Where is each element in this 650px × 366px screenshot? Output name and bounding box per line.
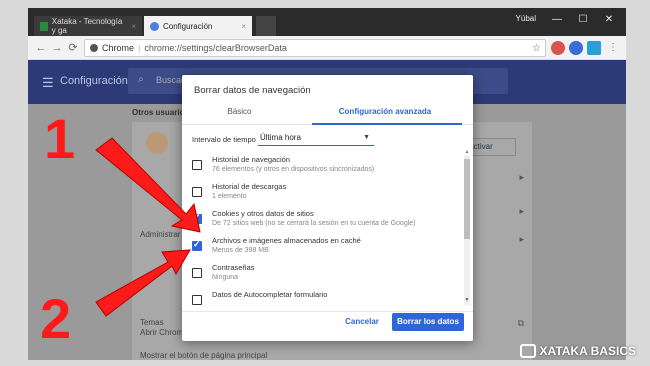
menu-icon[interactable]: ☰ [42, 75, 54, 91]
item-title: Contraseñas [212, 263, 255, 272]
tab-close-icon[interactable]: × [131, 22, 136, 31]
clear-data-dialog: Borrar datos de navegación Básico Config… [182, 75, 473, 341]
dropdown-arrow-icon: ▼ [363, 134, 370, 141]
chevron-right-icon[interactable]: ▸ [519, 172, 524, 183]
page-title: Configuración [60, 75, 128, 87]
tab-basic[interactable]: Básico [182, 107, 297, 116]
list-item[interactable]: Historial de descargas 1 elemento [192, 182, 462, 208]
interval-value: Última hora [260, 133, 301, 142]
checkbox[interactable] [192, 187, 202, 197]
tab-settings[interactable]: Configuración × [144, 16, 252, 36]
url-text: chrome://settings/clearBrowserData [144, 43, 287, 53]
address-bar[interactable]: Chrome | chrome://settings/clearBrowserD… [84, 39, 546, 57]
profile-name[interactable]: Yúbal [516, 14, 536, 23]
list-item[interactable]: Cookies y otros datos de sitios De 72 si… [192, 209, 462, 235]
dialog-title: Borrar datos de navegación [194, 85, 311, 96]
xataka-logo-icon [519, 344, 536, 358]
item-sub: Menos de 398 MB [212, 247, 269, 254]
secure-icon [90, 44, 98, 52]
watermark: XATAKA BASICS [519, 344, 636, 358]
interval-label: Intervalo de tiempo [192, 135, 256, 144]
chevron-right-icon[interactable]: ▸ [519, 234, 524, 245]
checkbox[interactable] [192, 268, 202, 278]
home-button-label: Mostrar el botón de página principal [140, 351, 268, 360]
data-type-list: Historial de navegación 76 elementos (y … [182, 155, 464, 305]
checkbox[interactable] [192, 295, 202, 305]
tab-indicator [312, 123, 462, 125]
title-bar: Xataka - Tecnología y ga × Configuración… [28, 8, 626, 36]
item-sub: 1 elemento [212, 193, 247, 200]
forward-icon[interactable]: → [50, 41, 64, 55]
search-icon: ⌕ [138, 74, 144, 85]
scroll-down-icon[interactable]: ▼ [464, 297, 470, 303]
maximize-icon[interactable]: ☐ [572, 12, 594, 28]
browser-toolbar: ← → ⟳ Chrome | chrome://settings/clearBr… [28, 36, 626, 60]
new-tab-button[interactable] [256, 16, 276, 36]
separator: | [138, 43, 141, 53]
bookmark-star-icon[interactable]: ☆ [532, 43, 541, 54]
annotation-number-2: 2 [40, 287, 72, 350]
list-item[interactable]: Archivos e imágenes almacenados en caché… [192, 236, 462, 262]
close-icon[interactable]: ✕ [598, 12, 620, 28]
back-icon[interactable]: ← [34, 41, 48, 55]
clear-data-button[interactable]: Borrar los datos [392, 313, 464, 331]
item-title: Historial de navegación [212, 155, 290, 164]
interval-dropdown[interactable]: Última hora ▼ [258, 131, 374, 146]
checkbox[interactable] [192, 160, 202, 170]
themes-label: Temas [140, 318, 164, 327]
item-sub: 76 elementos (y otros en dispositivos si… [212, 166, 375, 173]
menu-dots-icon[interactable]: ⋮ [606, 41, 620, 55]
scheme-label: Chrome [102, 43, 135, 53]
chevron-right-icon[interactable]: ▸ [519, 206, 524, 217]
xataka-favicon-icon [40, 21, 48, 31]
minimize-icon[interactable]: — [546, 12, 568, 28]
scrollbar-thumb[interactable] [464, 159, 470, 239]
themes-sub: Abrir Chrome [140, 328, 188, 337]
list-item[interactable]: Contraseñas Ninguna [192, 263, 462, 289]
item-title: Datos de Autocompletar formulario [212, 290, 328, 299]
reload-icon[interactable]: ⟳ [66, 41, 80, 55]
cancel-button[interactable]: Cancelar [338, 313, 386, 331]
item-title: Cookies y otros datos de sitios [212, 209, 314, 218]
checkbox[interactable] [192, 212, 202, 224]
manage-label: Administrar [140, 230, 181, 239]
item-sub: De 72 sitios web (no se cerrará la sesió… [212, 220, 416, 227]
external-link-icon[interactable]: ⧉ [518, 318, 524, 329]
avatar [146, 132, 168, 154]
list-item[interactable]: Historial de navegación 76 elementos (y … [192, 155, 462, 181]
watermark-text: XATAKA BASICS [539, 344, 636, 358]
checkbox[interactable] [192, 239, 202, 251]
item-title: Archivos e imágenes almacenados en caché [212, 236, 361, 245]
tab-close-icon[interactable]: × [241, 22, 246, 31]
item-sub: Ninguna [212, 274, 239, 281]
list-item[interactable]: Datos de Autocompletar formulario [192, 290, 462, 305]
tab-title: Configuración [163, 21, 213, 31]
extension-icon[interactable] [569, 41, 583, 55]
annotation-number-1: 1 [44, 107, 76, 170]
scroll-up-icon[interactable]: ▲ [464, 149, 470, 155]
tab-title: Xataka - Tecnología y ga [51, 17, 123, 35]
tab-advanced[interactable]: Configuración avanzada [297, 107, 473, 116]
tab-xataka[interactable]: Xataka - Tecnología y ga × [34, 16, 142, 36]
section-title: Otros usuarios [132, 108, 189, 117]
dialog-tabs: Básico Configuración avanzada [182, 99, 473, 125]
gear-icon [150, 21, 159, 31]
extension-icon[interactable] [551, 41, 565, 55]
item-title: Historial de descargas [212, 182, 287, 191]
shield-icon[interactable] [587, 41, 601, 55]
